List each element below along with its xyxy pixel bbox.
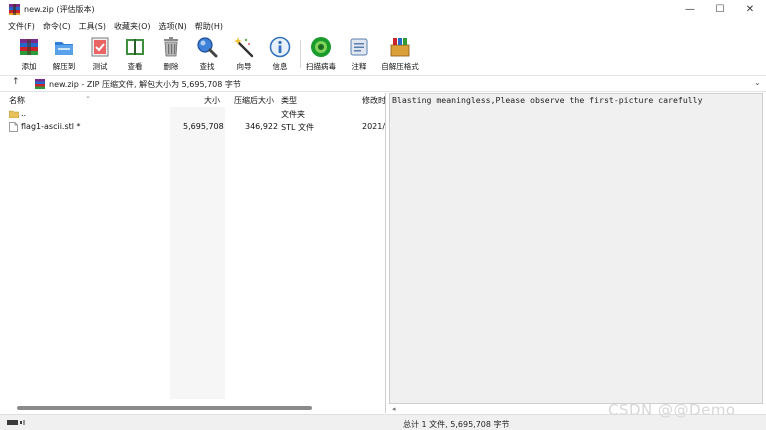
sfx-icon [390, 38, 410, 57]
virus-scan-button[interactable]: 扫描病毒 [303, 36, 339, 72]
menu-help[interactable]: 帮助(H) [195, 21, 223, 32]
winrar-icon [9, 4, 20, 15]
extract-to-button[interactable]: 解压到 [46, 36, 82, 72]
delete-button[interactable]: 删除 [153, 36, 189, 72]
sfx-label: 自解压格式 [381, 62, 419, 71]
preview-pane[interactable]: Blasting meaningless,Please observe the … [389, 93, 763, 404]
menu-bar: 文件(F) 命令(C) 工具(S) 收藏夹(O) 选项(N) 帮助(H) [0, 19, 766, 34]
file-list[interactable]: 名称 ⌄ 大小 压缩后大小 类型 修改时 .. 文件夹 flag1-ascii.… [5, 93, 386, 413]
virus-scan-icon [311, 37, 331, 57]
test-button[interactable]: 测试 [82, 36, 118, 72]
archive-icon [35, 79, 45, 89]
view-button[interactable]: 查看 [117, 36, 153, 72]
table-row[interactable]: .. 文件夹 [5, 108, 385, 121]
info-icon [269, 36, 291, 58]
address-bar: ↑ new.zip - ZIP 压缩文件, 解包大小为 5,695,708 字节… [0, 75, 766, 92]
minimize-button[interactable]: — [675, 0, 705, 19]
menu-tools[interactable]: 工具(S) [79, 21, 106, 32]
extract-to-label: 解压到 [52, 62, 76, 71]
view-icon [126, 39, 144, 55]
row-size: 5,695,708 [183, 122, 224, 131]
column-size[interactable]: 大小 [204, 95, 220, 106]
preview-scroll-left-icon[interactable]: ◂ [392, 405, 396, 413]
toolbar-separator [300, 40, 301, 68]
row-type: STL 文件 [281, 123, 314, 132]
sort-caret-icon: ⌄ [85, 93, 91, 100]
watermark: CSDN @@Demo [608, 401, 736, 419]
add-button[interactable]: 添加 [11, 36, 47, 72]
find-icon [197, 37, 218, 58]
column-packed-size[interactable]: 压缩后大小 [234, 95, 274, 106]
extract-to-icon [55, 42, 73, 55]
row-modified: 2021/ [362, 122, 386, 131]
delete-icon [164, 37, 178, 57]
horizontal-scrollbar[interactable] [17, 406, 312, 410]
title-bar: new.zip (评估版本) — ☐ ✕ [0, 0, 766, 19]
close-button[interactable]: ✕ [735, 0, 765, 19]
row-type: 文件夹 [281, 110, 305, 119]
virus-scan-label: 扫描病毒 [306, 62, 336, 71]
column-modified[interactable]: 修改时 [362, 95, 385, 106]
column-type[interactable]: 类型 [281, 95, 297, 106]
menu-commands[interactable]: 命令(C) [43, 21, 71, 32]
comment-label: 注释 [351, 62, 367, 71]
folder-icon [9, 110, 19, 118]
maximize-button[interactable]: ☐ [705, 0, 735, 19]
comment-button[interactable]: 注释 [341, 36, 377, 72]
sfx-button[interactable]: 自解压格式 [381, 36, 419, 72]
status-summary: 总计 1 文件, 5,695,708 字节 [403, 420, 510, 429]
sorted-column-highlight [170, 107, 225, 399]
column-header: 名称 ⌄ 大小 压缩后大小 类型 修改时 [5, 93, 385, 107]
file-icon [9, 122, 18, 132]
add-label: 添加 [21, 62, 37, 71]
up-folder-button[interactable]: ↑ [12, 77, 20, 87]
comment-icon [350, 38, 368, 56]
view-label: 查看 [127, 62, 143, 71]
drive-status-icon [7, 420, 25, 425]
wizard-label: 向导 [236, 62, 252, 71]
preview-text: Blasting meaningless,Please observe the … [392, 95, 703, 105]
menu-options[interactable]: 选项(N) [159, 21, 187, 32]
menu-favorites[interactable]: 收藏夹(O) [114, 21, 151, 32]
wizard-button[interactable]: 向导 [226, 36, 262, 72]
menu-file[interactable]: 文件(F) [8, 21, 35, 32]
row-packed-size: 346,922 [245, 122, 279, 131]
find-button[interactable]: 查找 [189, 36, 225, 72]
address-dropdown-button[interactable]: ⌄ [754, 78, 761, 87]
column-name[interactable]: 名称 [9, 95, 25, 106]
test-label: 测试 [92, 62, 108, 71]
info-button[interactable]: 信息 [262, 36, 298, 72]
delete-label: 删除 [163, 62, 179, 71]
wizard-icon [234, 37, 254, 58]
window-title: new.zip (评估版本) [24, 5, 95, 14]
address-path[interactable]: new.zip - ZIP 压缩文件, 解包大小为 5,695,708 字节 [49, 79, 241, 90]
info-label: 信息 [272, 62, 288, 71]
row-name: flag1-ascii.stl * [21, 122, 81, 131]
table-row[interactable]: flag1-ascii.stl * 5,695,708 346,922 STL … [5, 121, 386, 134]
find-label: 查找 [199, 62, 215, 71]
toolbar: 添加 解压到 测试 查看 删除 查找 向导 信息 扫描病毒 注释 自解压格式 [0, 34, 766, 74]
add-archive-icon [20, 39, 38, 55]
row-name: .. [21, 109, 27, 118]
test-icon [91, 37, 109, 57]
